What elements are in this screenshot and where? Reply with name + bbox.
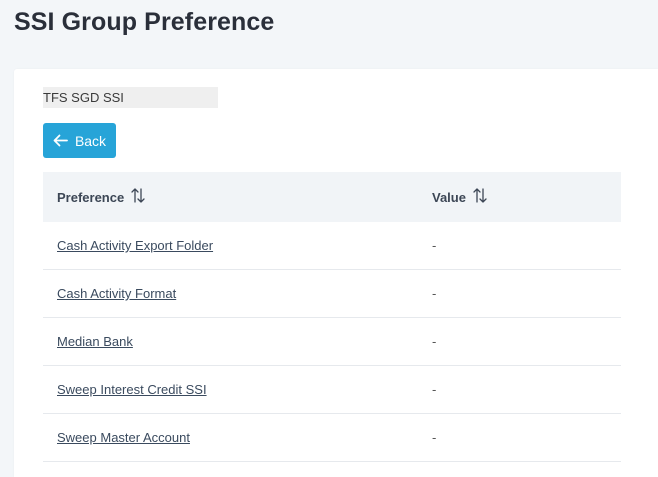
preference-link[interactable]: Cash Activity Format bbox=[57, 270, 176, 317]
column-header-preference[interactable]: Preference bbox=[57, 172, 145, 222]
preference-value: - bbox=[432, 238, 437, 253]
preference-value: - bbox=[432, 286, 437, 301]
table-row: Cash Activity Export Folder - bbox=[43, 222, 621, 270]
preference-link[interactable]: Sweep Master Account bbox=[57, 414, 190, 461]
table-row: Cash Activity Format - bbox=[43, 270, 621, 318]
column-header-value[interactable]: Value bbox=[432, 172, 487, 222]
page-title: SSI Group Preference bbox=[14, 8, 275, 36]
preference-link[interactable]: Cash Activity Export Folder bbox=[57, 222, 213, 269]
column-header-label: Value bbox=[432, 189, 466, 205]
table-row: Sweep Master Account - bbox=[43, 414, 621, 462]
preference-link[interactable]: Median Bank bbox=[57, 318, 133, 365]
table-row: Sweep Interest Credit SSI - bbox=[43, 366, 621, 414]
sort-icon[interactable] bbox=[473, 188, 487, 206]
preference-value: - bbox=[432, 382, 437, 397]
back-button[interactable]: Back bbox=[43, 123, 116, 158]
sort-icon[interactable] bbox=[131, 188, 145, 206]
preferences-table: Preference Value Cash Activity Export Fo… bbox=[43, 172, 621, 462]
back-button-label: Back bbox=[74, 132, 107, 149]
preference-card: TFS SGD SSI Back Preference Value Cash A… bbox=[14, 69, 658, 477]
arrow-left-icon bbox=[53, 134, 68, 147]
preference-value: - bbox=[432, 430, 437, 445]
preference-link[interactable]: Sweep Interest Credit SSI bbox=[57, 366, 207, 413]
table-row: Median Bank - bbox=[43, 318, 621, 366]
table-header: Preference Value bbox=[43, 172, 621, 222]
column-header-label: Preference bbox=[57, 189, 125, 205]
preference-value: - bbox=[432, 334, 437, 349]
group-name-field: TFS SGD SSI bbox=[43, 87, 218, 108]
